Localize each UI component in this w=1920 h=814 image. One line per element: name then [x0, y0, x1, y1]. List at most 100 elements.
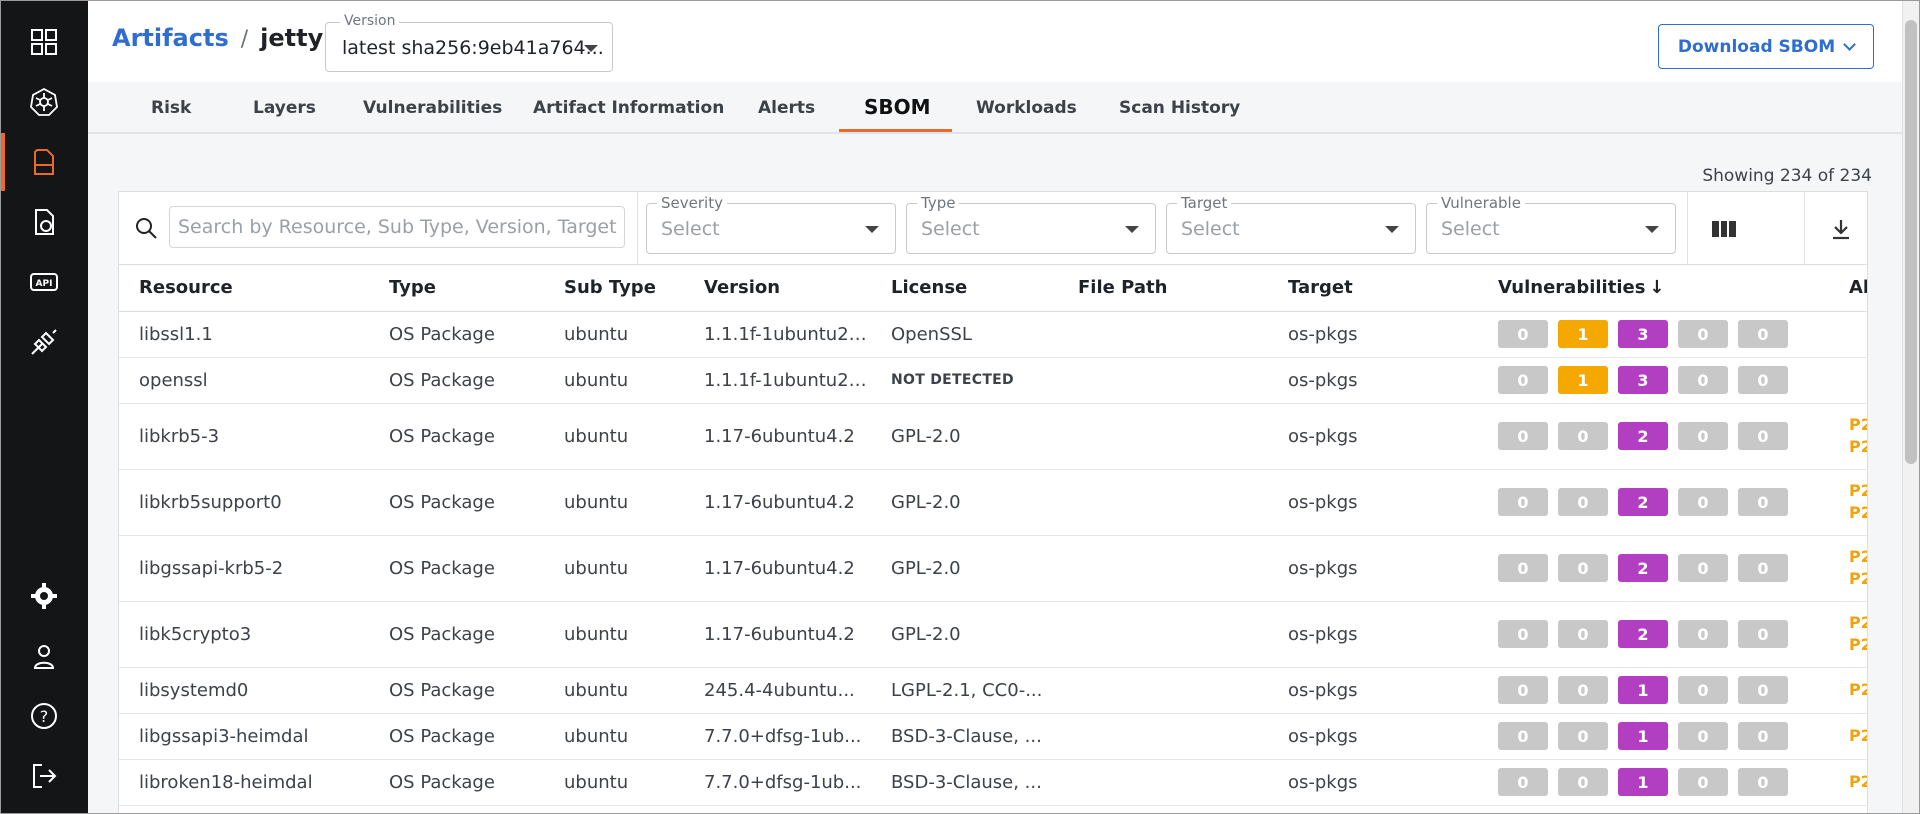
vulnerability-count-badge[interactable]: 0 [1738, 366, 1788, 394]
page-scrollbar[interactable] [1902, 0, 1920, 814]
dashboard-nav-item[interactable] [0, 13, 88, 71]
export-button[interactable] [1805, 192, 1877, 265]
vulnerability-count-badge[interactable]: 0 [1558, 620, 1608, 648]
kubernetes-nav-item[interactable] [0, 73, 88, 131]
tab-sbom[interactable]: SBOM [864, 95, 931, 119]
table-row[interactable]: libgssapi-krb5-2 OS Package ubuntu 1.17-6ub… [119, 535, 1867, 602]
vulnerability-count-badge[interactable]: 0 [1498, 554, 1548, 582]
vulnerability-count-badge[interactable]: 0 [1678, 366, 1728, 394]
vulnerability-count-badge[interactable]: 0 [1678, 722, 1728, 750]
alert-priority-label[interactable]: P2 [1849, 634, 1867, 656]
vulnerability-count-badge[interactable]: 1 [1618, 768, 1668, 796]
integrations-nav-item[interactable] [0, 313, 88, 371]
column-header-type[interactable]: Type [369, 265, 544, 312]
vulnerability-count-badge[interactable]: 0 [1498, 488, 1548, 516]
alert-priority-label[interactable]: P2 [1849, 679, 1867, 701]
vulnerability-count-badge[interactable]: 0 [1738, 554, 1788, 582]
alert-priority-label[interactable]: P2 [1849, 546, 1867, 568]
alert-priority-label[interactable]: P2 [1849, 502, 1867, 524]
vulnerability-count-badge[interactable]: 3 [1618, 320, 1668, 348]
vulnerability-count-badge[interactable]: 0 [1498, 320, 1548, 348]
vulnerability-count-badge[interactable]: 1 [1618, 722, 1668, 750]
vulnerability-count-badge[interactable]: 0 [1738, 676, 1788, 704]
column-header-resource[interactable]: Resource [119, 265, 369, 312]
vulnerable-filter[interactable]: Vulnerable Select [1426, 194, 1676, 254]
table-row[interactable]: libkrb5support0 OS Package ubuntu 1.17-6ubu… [119, 469, 1867, 536]
column-header-alerts[interactable]: Ale [1829, 265, 1867, 312]
table-row[interactable]: openssl OS Package ubuntu 1.1.1f-1ubuntu2.1… [119, 357, 1867, 404]
vulnerability-count-badge[interactable]: 0 [1678, 620, 1728, 648]
alert-priority-label[interactable]: P2 [1849, 725, 1867, 747]
vulnerability-count-badge[interactable]: 0 [1678, 554, 1728, 582]
vulnerability-count-badge[interactable]: 0 [1738, 620, 1788, 648]
breadcrumb-artifacts-link[interactable]: Artifacts [112, 24, 229, 52]
column-header-license[interactable]: License [871, 265, 1058, 312]
table-row[interactable]: libk5crypto3 OS Package ubuntu 1.17-6ubuntu… [119, 601, 1867, 668]
tab-alerts[interactable]: Alerts [758, 98, 815, 118]
vulnerability-count-badge[interactable]: 0 [1558, 768, 1608, 796]
vulnerability-count-badge[interactable]: 1 [1558, 366, 1608, 394]
alert-priority-label[interactable]: P2 [1849, 568, 1867, 590]
table-row[interactable]: libsystemd0 OS Package ubuntu 245.4-4ubuntu… [119, 667, 1867, 714]
tab-layers[interactable]: Layers [253, 98, 316, 118]
alert-priority-label[interactable]: P2 [1849, 612, 1867, 634]
vulnerability-count-badge[interactable]: 0 [1558, 676, 1608, 704]
tab-artifact-information[interactable]: Artifact Information [533, 98, 724, 118]
tab-workloads[interactable]: Workloads [976, 98, 1077, 118]
version-select[interactable]: Version latest sha256:9eb41a764... [325, 13, 613, 72]
tab-scan-history[interactable]: Scan History [1119, 98, 1240, 118]
scrollbar-thumb[interactable] [1905, 20, 1917, 464]
column-header-subtype[interactable]: Sub Type [544, 265, 684, 312]
vulnerability-count-badge[interactable]: 0 [1498, 722, 1548, 750]
table-row[interactable]: libssl1.1 OS Package ubuntu 1.1.1f-1ubuntu2… [119, 311, 1867, 358]
table-row[interactable]: libroken18-heimdal OS Package ubuntu 7.7.0+… [119, 759, 1867, 806]
vulnerability-count-badge[interactable]: 2 [1618, 422, 1668, 450]
vulnerability-count-badge[interactable]: 0 [1558, 488, 1608, 516]
settings-nav-item[interactable] [0, 567, 88, 625]
column-header-filepath[interactable]: File Path [1058, 265, 1268, 312]
target-filter[interactable]: Target Select [1166, 194, 1416, 254]
alert-priority-label[interactable]: P2 [1849, 480, 1867, 502]
alert-priority-label[interactable]: P2 [1849, 436, 1867, 458]
vulnerability-count-badge[interactable]: 0 [1738, 768, 1788, 796]
search-input[interactable] [169, 206, 625, 248]
logout-nav-item[interactable] [0, 747, 88, 805]
vulnerability-count-badge[interactable]: 0 [1558, 554, 1608, 582]
vulnerability-count-badge[interactable]: 1 [1618, 676, 1668, 704]
vulnerability-count-badge[interactable]: 0 [1498, 422, 1548, 450]
columns-button[interactable] [1688, 192, 1760, 265]
vulnerability-count-badge[interactable]: 0 [1678, 320, 1728, 348]
table-row[interactable] [119, 805, 1867, 813]
vulnerability-count-badge[interactable]: 0 [1498, 676, 1548, 704]
table-row[interactable]: libgssapi3-heimdal OS Package ubuntu 7.7.0+… [119, 713, 1867, 760]
help-nav-item[interactable]: ? [0, 687, 88, 745]
vulnerability-count-badge[interactable]: 0 [1738, 722, 1788, 750]
vulnerability-count-badge[interactable]: 0 [1678, 422, 1728, 450]
alert-priority-label[interactable]: P2 [1849, 771, 1867, 793]
download-sbom-button[interactable]: Download SBOM [1658, 24, 1874, 69]
vulnerability-count-badge[interactable]: 0 [1738, 488, 1788, 516]
vulnerability-count-badge[interactable]: 0 [1738, 422, 1788, 450]
severity-filter[interactable]: Severity Select [646, 194, 896, 254]
alert-priority-label[interactable]: P2 [1849, 414, 1867, 436]
vulnerability-count-badge[interactable]: 0 [1678, 676, 1728, 704]
vulnerability-count-badge[interactable]: 0 [1558, 422, 1608, 450]
vulnerability-count-badge[interactable]: 0 [1558, 722, 1608, 750]
artifacts-nav-item[interactable] [0, 133, 88, 191]
table-row[interactable]: libkrb5-3 OS Package ubuntu 1.17-6ubuntu4.2… [119, 403, 1867, 470]
type-filter[interactable]: Type Select [906, 194, 1156, 254]
vulnerability-count-badge[interactable]: 3 [1618, 366, 1668, 394]
vulnerability-count-badge[interactable]: 0 [1678, 768, 1728, 796]
vulnerability-count-badge[interactable]: 0 [1498, 620, 1548, 648]
vulnerability-count-badge[interactable]: 1 [1558, 320, 1608, 348]
vulnerability-count-badge[interactable]: 0 [1678, 488, 1728, 516]
column-header-version[interactable]: Version [684, 265, 871, 312]
api-nav-item[interactable]: API [0, 253, 88, 311]
vulnerability-count-badge[interactable]: 2 [1618, 620, 1668, 648]
column-header-target[interactable]: Target [1268, 265, 1478, 312]
vulnerability-count-badge[interactable]: 2 [1618, 488, 1668, 516]
vulnerability-count-badge[interactable]: 0 [1738, 320, 1788, 348]
vulnerability-count-badge[interactable]: 0 [1498, 768, 1548, 796]
vulnerability-count-badge[interactable]: 2 [1618, 554, 1668, 582]
policy-nav-item[interactable] [0, 193, 88, 251]
